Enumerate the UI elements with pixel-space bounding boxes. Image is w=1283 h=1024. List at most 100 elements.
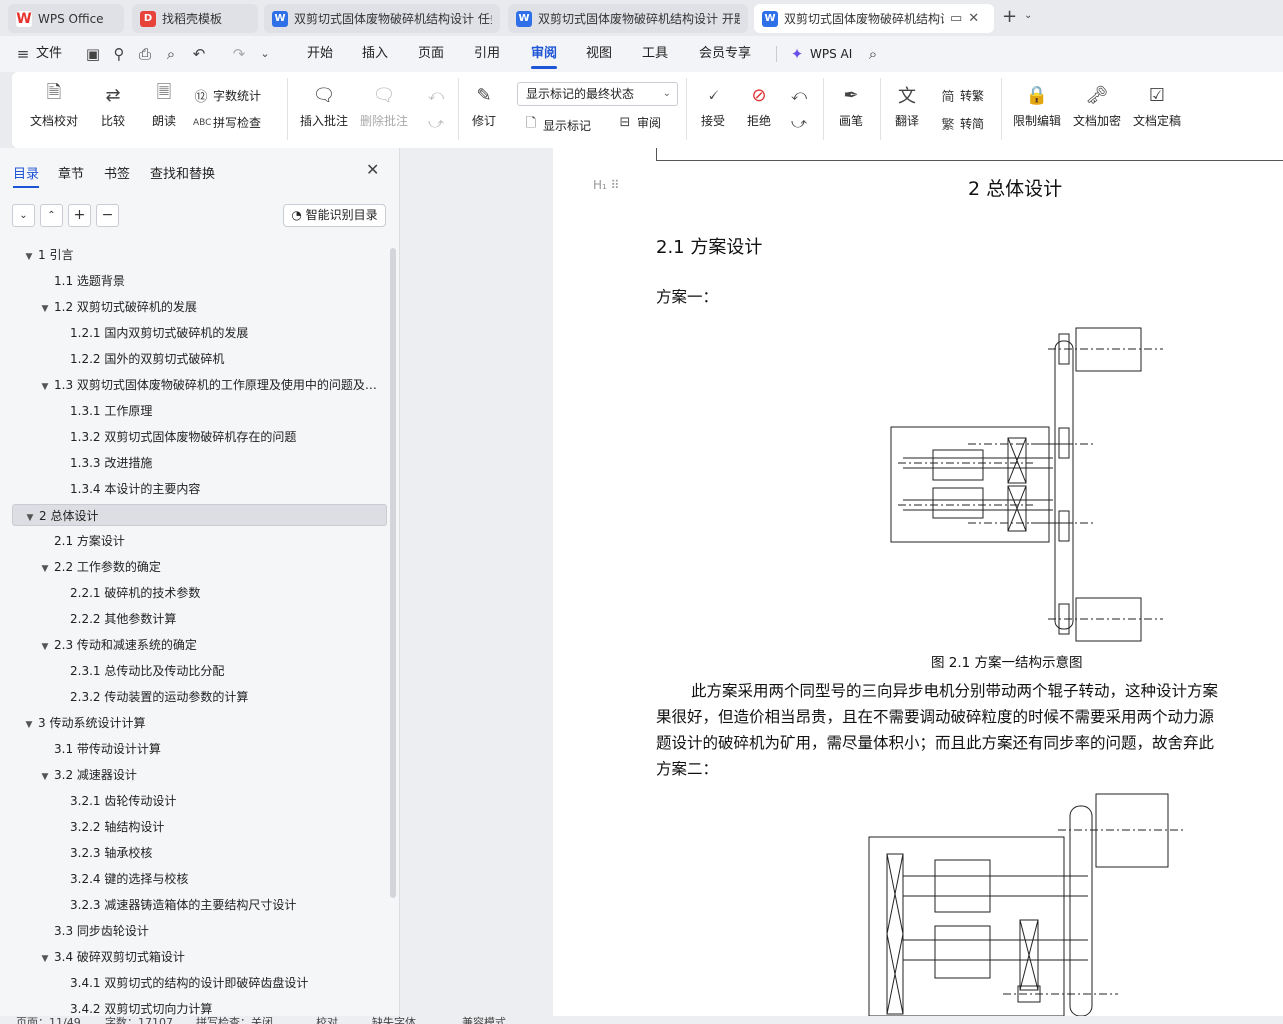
toc-item[interactable]: 2.3.2 传动装置的运动参数的计算 <box>12 686 387 708</box>
toc-item[interactable]: 1.3.4 本设计的主要内容 <box>12 478 387 500</box>
menu-page[interactable]: 页面 <box>418 36 444 72</box>
panel-tab-bookmarks[interactable]: 书签 <box>104 163 130 182</box>
toc-item[interactable]: 2.1 方案设计 <box>12 530 387 552</box>
toc-item[interactable]: 3.2.4 键的选择与校核 <box>12 868 387 890</box>
menu-view[interactable]: 视图 <box>586 36 612 72</box>
toc-item[interactable]: 2.3.1 总传动比及传动比分配 <box>12 660 387 682</box>
pen-button[interactable]: ✒ 画笔 <box>838 82 864 129</box>
toc-item[interactable]: 1.3.2 双剪切式固体废物破碎机存在的问题 <box>12 426 387 448</box>
monitor-icon[interactable]: ▭ <box>950 11 962 26</box>
menu-review[interactable]: 审阅 <box>531 36 558 72</box>
encrypt-button[interactable]: 🗝 文档加密 <box>1073 82 1121 129</box>
menu-home[interactable]: 开始 <box>307 36 333 72</box>
toc-item[interactable]: 3.3 同步齿轮设计 <box>12 920 387 942</box>
toc-item[interactable]: ▼ 3.2 减速器设计 <box>12 764 387 786</box>
restrict-edit-button[interactable]: 🔒 限制编辑 <box>1013 82 1061 129</box>
menu-insert[interactable]: 插入 <box>362 36 388 72</box>
close-tab-icon[interactable]: ✕ <box>968 11 979 26</box>
prev-comment-icon[interactable]: ⤺ <box>427 86 445 104</box>
insert-comment-button[interactable]: 🗨 插入批注 <box>300 82 348 129</box>
toc-item[interactable]: 1.2.2 国外的双剪切式破碎机 <box>12 348 387 370</box>
finalize-button[interactable]: ☑ 文档定稿 <box>1133 82 1181 129</box>
translate-button[interactable]: 文 翻译 <box>894 82 920 129</box>
next-change-icon[interactable]: ⤻ <box>790 114 808 132</box>
quick-access-chevron-icon[interactable]: ⌄ <box>256 45 274 63</box>
expand-down-icon[interactable]: ⌄ <box>12 204 35 227</box>
expand-triangle-icon[interactable]: ▼ <box>22 246 36 266</box>
toc-item[interactable]: 3.2.3 减速器铸造箱体的主要结构尺寸设计 <box>12 894 387 916</box>
reject-button[interactable]: ⊘ 拒绝 <box>746 82 772 129</box>
delete-comment-button[interactable]: 🗨 删除批注 <box>360 82 408 129</box>
toc-item[interactable]: 2.2.2 其他参数计算 <box>12 608 387 630</box>
expand-triangle-icon[interactable]: ▼ <box>38 948 52 968</box>
read-aloud-button[interactable]: 🗏 朗读 <box>151 82 177 129</box>
expand-triangle-icon[interactable]: ▼ <box>38 298 52 318</box>
doc-check-button[interactable]: 🗎 文档校对 <box>30 82 78 129</box>
toc-item[interactable]: 1.3.3 改进措施 <box>12 452 387 474</box>
tab-wps-office[interactable]: W WPS Office <box>8 4 124 33</box>
menu-reference[interactable]: 引用 <box>474 36 500 72</box>
panel-tab-toc[interactable]: 目录 <box>13 163 40 188</box>
status-spell[interactable]: 拼写检查：关闭 <box>196 1016 273 1024</box>
remove-heading-icon[interactable]: − <box>96 204 119 227</box>
status-missing-font[interactable]: 缺失字体 <box>372 1016 416 1024</box>
toc-item[interactable]: 3.4.1 双剪切式的结构的设计即破碎齿盘设计 <box>12 972 387 994</box>
menu-tools[interactable]: 工具 <box>642 36 668 72</box>
panel-tab-find-replace[interactable]: 查找和替换 <box>150 163 215 182</box>
to-simplified-button[interactable]: 繁 转简 <box>940 114 984 133</box>
expand-triangle-icon[interactable]: ▼ <box>38 766 52 786</box>
undo-icon[interactable]: ↶ <box>190 45 208 63</box>
close-panel-icon[interactable]: ✕ <box>366 160 379 179</box>
accept-button[interactable]: 🗸 接受 <box>700 82 726 129</box>
toc-item[interactable]: 3.2.1 齿轮传动设计 <box>12 790 387 812</box>
heading-handle-icon[interactable]: H₁ ⠿ <box>593 178 619 192</box>
prev-change-icon[interactable]: ⤺ <box>790 86 808 104</box>
word-count-button[interactable]: ⑫ 字数统计 <box>193 86 261 105</box>
collapse-up-icon[interactable]: ⌃ <box>40 204 63 227</box>
expand-triangle-icon[interactable]: ▼ <box>22 714 36 734</box>
status-proof[interactable]: 校对 <box>316 1016 338 1024</box>
toc-item[interactable]: 2.2.1 破碎机的技术参数 <box>12 582 387 604</box>
save-icon[interactable]: ▣ <box>84 45 102 63</box>
expand-triangle-icon[interactable]: ▼ <box>23 507 37 525</box>
review-pane-button[interactable]: ⊟ 审阅 <box>617 114 661 131</box>
toc-item[interactable]: ▼ 1.3 双剪切式固体废物破碎机的工作原理及使用中的问题及改进措施 <box>12 374 387 396</box>
toc-item[interactable]: ▼ 2 总体设计 <box>12 504 387 526</box>
new-tab-icon[interactable]: + <box>1002 6 1017 27</box>
status-words[interactable]: 字数：17107 <box>105 1016 173 1024</box>
search-icon[interactable]: ⌕ <box>864 45 882 63</box>
markup-state-select[interactable]: 显示标记的最终状态 ⌄ <box>517 82 678 106</box>
toc-item[interactable]: ▼ 2.2 工作参数的确定 <box>12 556 387 578</box>
menu-wps-ai[interactable]: WPS AI <box>810 36 852 72</box>
toc-item[interactable]: 1.2.1 国内双剪切式破碎机的发展 <box>12 322 387 344</box>
print-preview-icon[interactable]: ⌕ <box>162 45 180 63</box>
toc-item[interactable]: 1.1 选题背景 <box>12 270 387 292</box>
toc-item[interactable]: 1.3.1 工作原理 <box>12 400 387 422</box>
status-page[interactable]: 页面：11/49 <box>16 1016 81 1024</box>
smart-toc-button[interactable]: ◔ 智能识别目录 <box>283 204 386 227</box>
expand-triangle-icon[interactable]: ▼ <box>38 636 52 656</box>
toc-item[interactable]: ▼ 1.2 双剪切式破碎机的发展 <box>12 296 387 318</box>
toc-scrollbar[interactable] <box>390 248 396 898</box>
menu-file[interactable]: 文件 <box>36 36 62 72</box>
next-comment-icon[interactable]: ⤻ <box>427 114 445 132</box>
redo-icon[interactable]: ↷ <box>230 45 248 63</box>
tab-task-book[interactable]: W 双剪切式固体废物破碎机结构设计 任务书 <box>264 4 500 33</box>
show-markup-button[interactable]: 🗋 显示标记 <box>523 114 591 136</box>
panel-tab-chapters[interactable]: 章节 <box>58 163 84 182</box>
expand-triangle-icon[interactable]: ▼ <box>38 376 52 396</box>
toc-item[interactable]: 3.2.3 轴承校核 <box>12 842 387 864</box>
print-icon[interactable]: ⎙ <box>136 45 154 63</box>
tab-list-chevron-icon[interactable]: ⌄ <box>1024 10 1032 21</box>
share-icon[interactable]: ⚲ <box>110 45 128 63</box>
tab-docer-templates[interactable]: D 找稻壳模板 <box>132 4 258 33</box>
add-heading-icon[interactable]: + <box>68 204 91 227</box>
toc-item[interactable]: ▼ 3.4 破碎双剪切式箱设计 <box>12 946 387 968</box>
toc-item[interactable]: ▼ 3 传动系统设计计算 <box>12 712 387 734</box>
compare-button[interactable]: ⇄ 比较 <box>100 82 126 129</box>
to-traditional-button[interactable]: 简 转繁 <box>940 86 984 105</box>
revise-button[interactable]: ✎ 修订 <box>471 82 497 129</box>
toc-item[interactable]: ▼ 2.3 传动和减速系统的确定 <box>12 634 387 656</box>
tab-current-document[interactable]: W 双剪切式固体废物破碎机结构设计 ▭ ✕ <box>754 4 994 33</box>
spell-check-button[interactable]: ABC 拼写检查 <box>193 114 261 131</box>
